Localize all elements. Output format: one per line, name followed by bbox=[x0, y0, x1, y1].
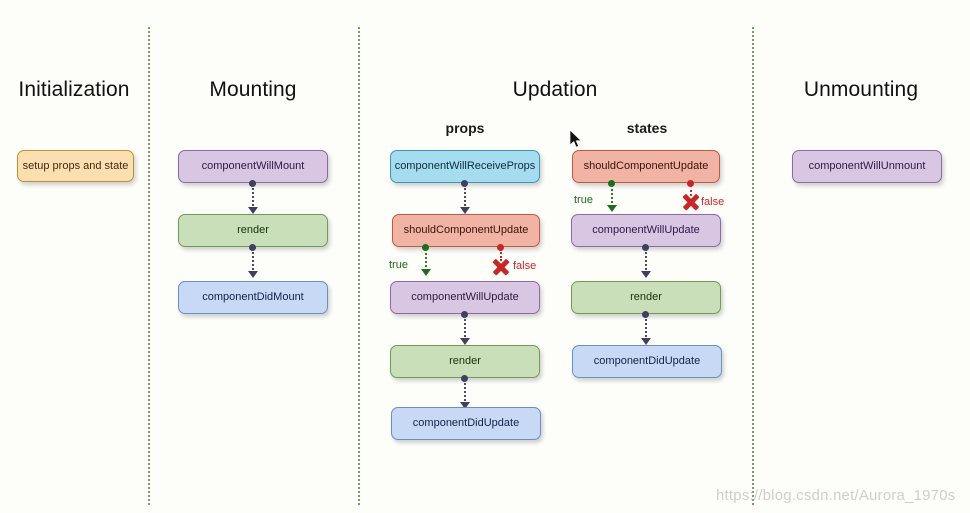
diagram-canvas: Initialization Mounting Updation Unmount… bbox=[0, 0, 970, 513]
node-render-props[interactable]: render bbox=[390, 345, 540, 378]
connector-arrow bbox=[641, 338, 651, 345]
branch-label-true: true bbox=[389, 259, 408, 271]
connector-arrow bbox=[248, 271, 258, 278]
connector-arrow bbox=[641, 271, 651, 278]
node-should-component-update-states[interactable]: shouldComponentUpdate bbox=[572, 150, 720, 183]
branch-arrow-true bbox=[607, 205, 617, 212]
subtitle-states: states bbox=[626, 120, 668, 136]
mouse-cursor bbox=[569, 129, 584, 150]
connector-arrow bbox=[460, 207, 470, 214]
node-component-will-update-props[interactable]: componentWillUpdate bbox=[390, 281, 540, 314]
node-render-mounting[interactable]: render bbox=[178, 214, 328, 247]
node-should-component-update-props[interactable]: shouldComponentUpdate bbox=[392, 214, 540, 247]
cross-icon-false bbox=[682, 193, 700, 211]
column-title-mounting: Mounting bbox=[209, 78, 297, 101]
subtitle-props: props bbox=[445, 120, 485, 136]
node-component-will-unmount[interactable]: componentWillUnmount bbox=[792, 150, 942, 183]
branch-arrow-true bbox=[421, 269, 431, 276]
branch-label-false: false bbox=[513, 260, 537, 272]
column-title-unmounting: Unmounting bbox=[803, 78, 919, 101]
node-component-will-receive-props[interactable]: componentWillReceiveProps bbox=[390, 150, 540, 183]
column-title-initialization: Initialization bbox=[18, 78, 130, 101]
column-title-updation: Updation bbox=[512, 78, 598, 101]
node-component-did-update-states[interactable]: componentDidUpdate bbox=[572, 345, 722, 378]
connector-arrow bbox=[248, 207, 258, 214]
branch-connector-true bbox=[425, 249, 427, 271]
node-setup-props-and-state[interactable]: setup props and state bbox=[17, 150, 134, 182]
connector-arrow bbox=[460, 338, 470, 345]
node-component-will-mount[interactable]: componentWillMount bbox=[178, 150, 328, 183]
branch-label-true: true bbox=[574, 194, 593, 206]
node-component-did-mount[interactable]: componentDidMount bbox=[178, 281, 328, 314]
node-component-will-update-states[interactable]: componentWillUpdate bbox=[571, 214, 721, 247]
branch-connector-true bbox=[611, 185, 613, 207]
cross-icon-false bbox=[492, 258, 510, 276]
watermark-url: https://blog.csdn.net/Aurora_1970s bbox=[716, 487, 956, 504]
node-render-states[interactable]: render bbox=[571, 281, 721, 314]
branch-label-false: false bbox=[701, 196, 725, 208]
node-component-did-update-props[interactable]: componentDidUpdate bbox=[391, 407, 541, 440]
